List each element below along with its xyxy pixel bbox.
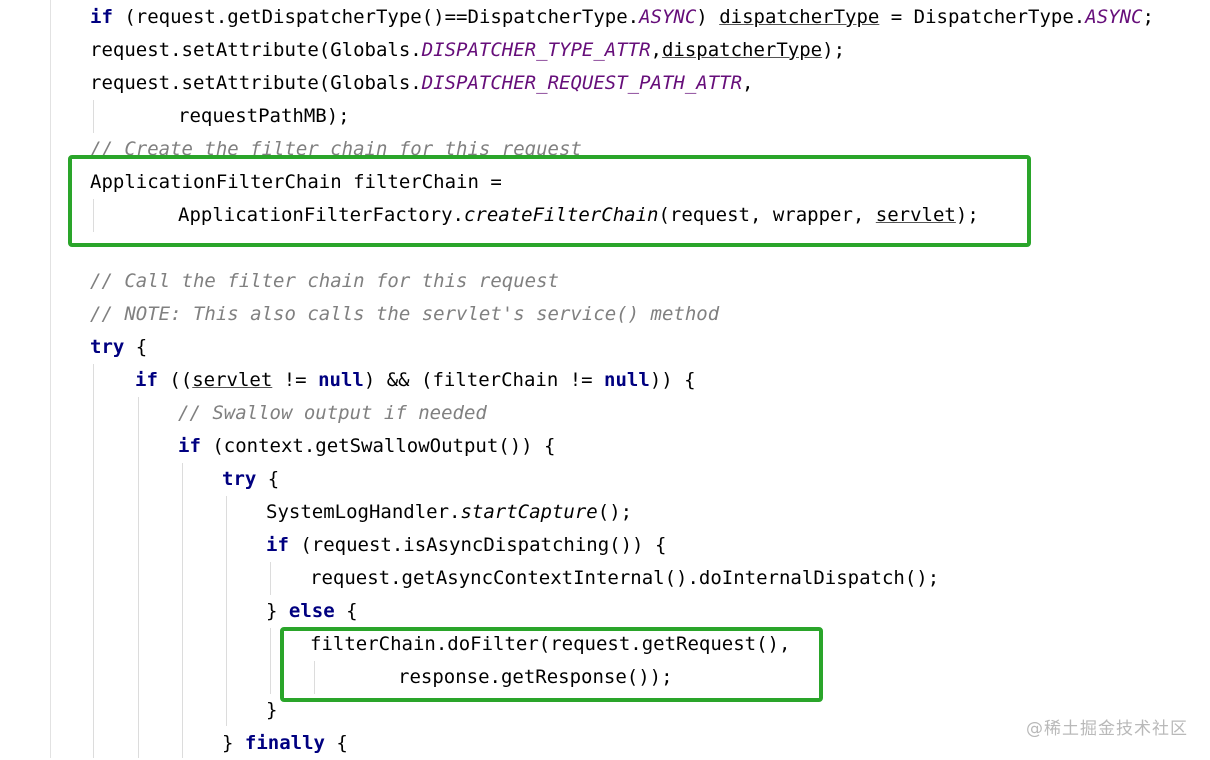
- gutter-divider: [50, 0, 51, 758]
- code-line-14[interactable]: try {: [222, 463, 279, 496]
- keyword-else: else: [288, 600, 335, 622]
- constant-async: ASYNC: [639, 6, 697, 28]
- code-line-10[interactable]: try {: [90, 331, 147, 364]
- code-line-12[interactable]: // Swallow output if needed: [178, 397, 487, 430]
- code-line-22[interactable]: } finally {: [222, 727, 348, 760]
- indent-guide: [93, 364, 94, 758]
- code-line-15[interactable]: SystemLogHandler.startCapture();: [266, 496, 632, 529]
- code-text: (request.getDispatcherType()==Dispatcher…: [112, 6, 640, 28]
- indent-guide: [270, 628, 271, 694]
- code-text: }: [266, 600, 289, 622]
- code-comment: // Call the filter chain for this reques…: [90, 270, 559, 292]
- code-text: ((: [157, 369, 193, 391]
- code-comment: // NOTE: This also calls the servlet's s…: [90, 303, 720, 325]
- code-line-4[interactable]: requestPathMB);: [178, 100, 350, 133]
- indent-guide: [93, 100, 94, 133]
- code-text: {: [324, 732, 348, 754]
- keyword-if: if: [178, 435, 201, 457]
- keyword-if: if: [266, 534, 289, 556]
- code-line-21[interactable]: }: [266, 694, 277, 727]
- variable-servlet: servlet: [192, 369, 273, 391]
- code-line-18[interactable]: } else {: [266, 595, 358, 628]
- keyword-null: null: [604, 369, 650, 391]
- code-text: ,: [650, 39, 662, 61]
- constant-dispatcher-request-path-attr: DISPATCHER_REQUEST_PATH_ATTR: [421, 72, 743, 94]
- code-comment: // Swallow output if needed: [178, 402, 487, 424]
- code-line-16[interactable]: if (request.isAsyncDispatching()) {: [266, 529, 666, 562]
- variable-dispatcher-type: dispatcherType: [661, 39, 823, 61]
- method-start-capture: startCapture: [460, 501, 598, 523]
- keyword-null: null: [318, 369, 364, 391]
- keyword-if: if: [90, 6, 113, 28]
- indent-guide: [182, 463, 183, 758]
- code-text: ;: [1142, 6, 1154, 28]
- code-text: request.setAttribute(Globals.: [90, 39, 422, 61]
- code-line-11[interactable]: if ((servlet != null) && (filterChain !=…: [135, 364, 696, 397]
- indent-guide: [270, 562, 271, 595]
- watermark: @稀土掘金技术社区: [1026, 719, 1188, 739]
- code-text: ();: [597, 501, 633, 523]
- code-line-17[interactable]: request.getAsyncContextInternal().doInte…: [310, 562, 939, 595]
- code-text: = DispatcherType.: [879, 6, 1086, 28]
- code-text: }: [222, 732, 245, 754]
- code-text: }: [266, 699, 278, 721]
- code-line-13[interactable]: if (context.getSwallowOutput()) {: [178, 430, 556, 463]
- code-text: ): [696, 6, 720, 28]
- code-text: request.setAttribute(Globals.: [90, 72, 422, 94]
- code-text: !=: [272, 369, 319, 391]
- code-text: {: [124, 336, 148, 358]
- variable-dispatcher-type: dispatcherType: [719, 6, 880, 28]
- highlight-box-filter-chain-creation: [68, 155, 1031, 247]
- keyword-finally: finally: [244, 732, 325, 754]
- code-text: ) && (filterChain !=: [363, 369, 605, 391]
- constant-async: ASYNC: [1085, 6, 1143, 28]
- constant-dispatcher-type-attr: DISPATCHER_TYPE_ATTR: [421, 39, 651, 61]
- keyword-try: try: [222, 468, 257, 490]
- code-editor[interactable]: if (request.getDispatcherType()==Dispatc…: [0, 0, 1210, 758]
- code-line-2[interactable]: request.setAttribute(Globals.DISPATCHER_…: [90, 34, 845, 67]
- indent-guide: [226, 496, 227, 726]
- keyword-if: if: [135, 369, 158, 391]
- code-text: request.getAsyncContextInternal().doInte…: [310, 567, 940, 589]
- code-text: requestPathMB);: [178, 105, 350, 127]
- code-text: (request.isAsyncDispatching()) {: [288, 534, 667, 556]
- keyword-try: try: [90, 336, 125, 358]
- code-line-1[interactable]: if (request.getDispatcherType()==Dispatc…: [90, 1, 1154, 34]
- code-line-9[interactable]: // NOTE: This also calls the servlet's s…: [90, 298, 719, 331]
- code-line-8[interactable]: // Call the filter chain for this reques…: [90, 265, 559, 298]
- code-text: );: [822, 39, 846, 61]
- code-text: (context.getSwallowOutput()) {: [200, 435, 556, 457]
- indent-guide: [138, 397, 139, 758]
- code-line-3[interactable]: request.setAttribute(Globals.DISPATCHER_…: [90, 67, 753, 100]
- code-text: {: [334, 600, 358, 622]
- highlight-box-do-filter-call: [280, 627, 823, 702]
- code-text: SystemLogHandler.: [266, 501, 461, 523]
- code-text: ,: [742, 72, 754, 94]
- code-text: )) {: [649, 369, 696, 391]
- code-text: {: [256, 468, 280, 490]
